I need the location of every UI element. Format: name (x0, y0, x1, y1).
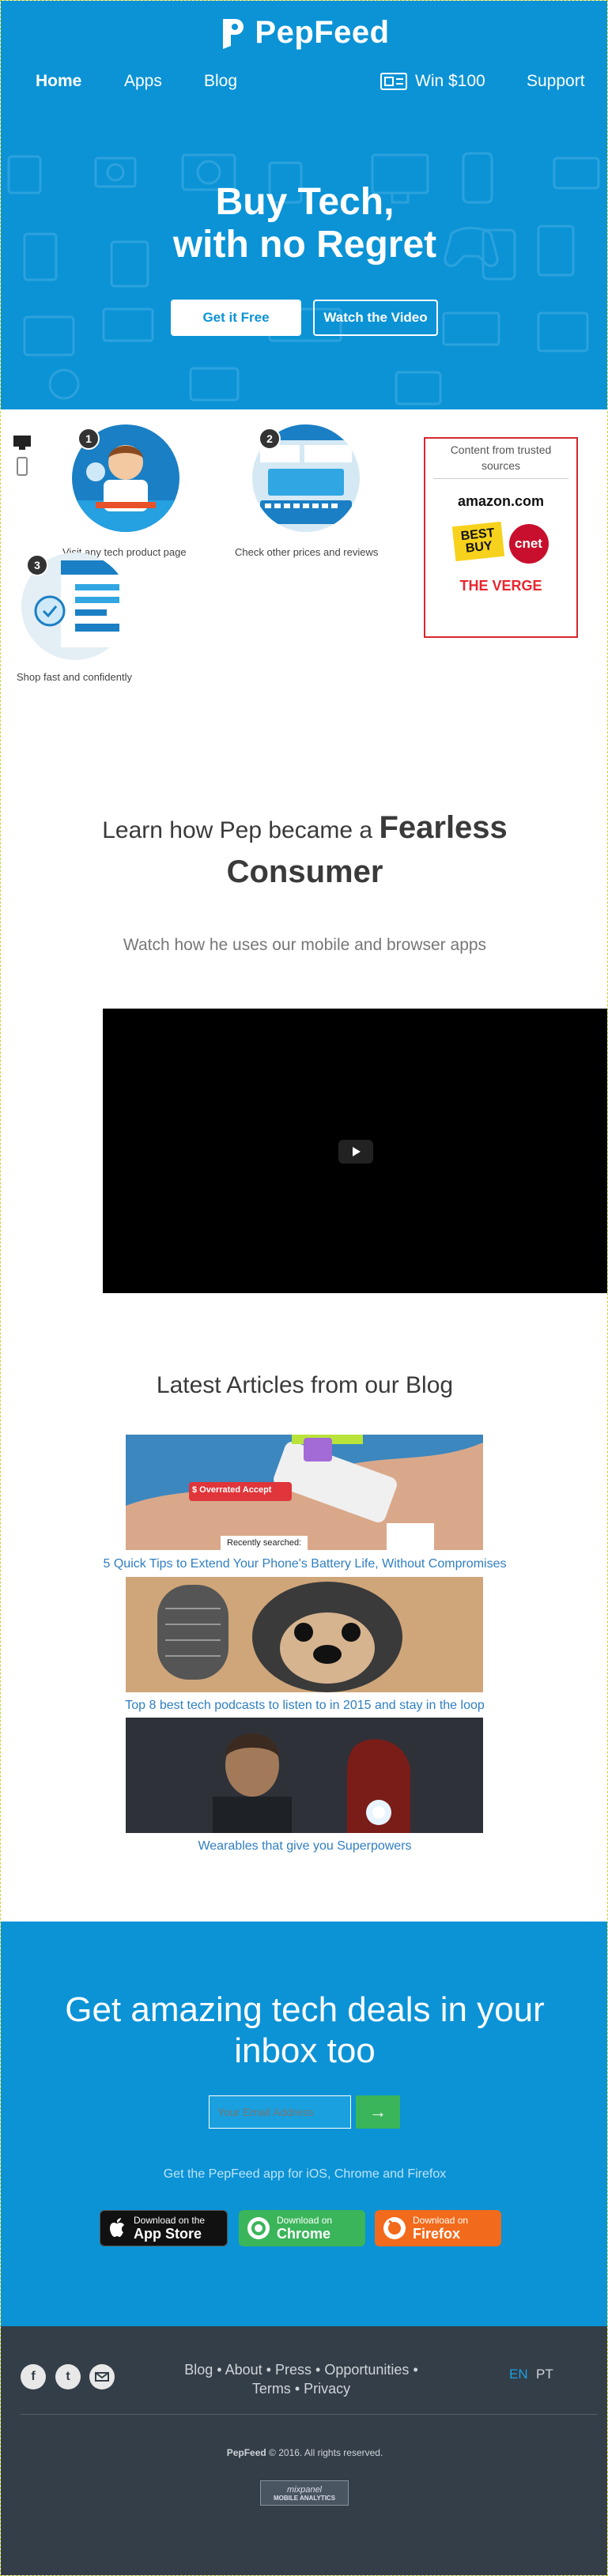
trusted-sources-box: Content from trusted sources amazon.com … (424, 437, 578, 638)
article1-image-badge: $ Overrated Accept (192, 1485, 272, 1495)
copyright: PepFeed © 2016. All rights reserved. (1, 2447, 607, 2458)
cta-title-line2: inbox too (234, 2031, 376, 2070)
article1-image-caption: Recently searched: (227, 1538, 302, 1548)
apple-icon (110, 2218, 124, 2237)
chrome-line2: Chrome (277, 2225, 331, 2242)
cta-title: Get amazing tech deals in your inbox too (1, 1990, 607, 2072)
blog-title: Latest Articles from our Blog (156, 1372, 454, 1398)
footer-sep-5: • (294, 2381, 300, 2397)
page: PepFeed Home Apps Blog Win $100 Support … (0, 0, 608, 2576)
appstore-button[interactable]: Download on the App Store (100, 2210, 228, 2246)
learn-heading: Learn how Pep became a Fearless Consumer (1, 807, 607, 896)
mixpanel-badge[interactable]: mixpanel MOBILE ANALYTICS (260, 2480, 349, 2506)
nav-support[interactable]: Support (527, 72, 585, 91)
learn-bold2: Consumer (226, 854, 383, 889)
video-player[interactable] (103, 1009, 607, 1293)
appstore-line1: Download on the (134, 2214, 206, 2226)
pepfeed-logo-icon (223, 18, 244, 49)
watch-video-button[interactable]: Watch the Video (313, 300, 438, 336)
lang-en[interactable]: EN (509, 2367, 528, 2382)
footer-sep-2: • (266, 2362, 271, 2378)
hero-section: PepFeed Home Apps Blog Win $100 Support … (1, 1, 607, 409)
lang-pt[interactable]: PT (536, 2367, 553, 2382)
footer-links: Blog • About • Press • Opportunities • T… (151, 2360, 451, 2398)
footer-sep-3: • (315, 2362, 321, 2378)
firefox-line2: Firefox (413, 2225, 461, 2242)
footer-press[interactable]: Press (275, 2362, 312, 2378)
play-button[interactable] (338, 1140, 373, 1164)
nav-home[interactable]: Home (36, 72, 81, 91)
copyright-brand: PepFeed (226, 2447, 266, 2458)
play-icon (353, 1147, 361, 1156)
article2-link[interactable]: Top 8 best tech podcasts to listen to in… (1, 1699, 607, 1713)
footer-sep-1: • (217, 2362, 222, 2378)
article1-link[interactable]: 5 Quick Tips to Extend Your Phone's Batt… (1, 1557, 607, 1571)
envelope-icon (95, 2372, 109, 2382)
bestbuy-logo: BEST BUY (451, 521, 504, 562)
footer-terms[interactable]: Terms (252, 2381, 291, 2397)
device-toggle-icon[interactable] (12, 434, 32, 478)
step2-caption: Check other prices and reviews (235, 546, 379, 558)
nav-win[interactable]: Win $100 (380, 72, 485, 91)
appstore-line2: App Store (134, 2225, 202, 2242)
cnet-logo: cnet (508, 524, 549, 564)
step1-number: 1 (77, 428, 100, 450)
brand-logo[interactable]: PepFeed (1, 15, 607, 51)
twitter-icon[interactable]: t (55, 2364, 81, 2389)
chrome-icon (247, 2217, 270, 2239)
article2-image[interactable] (126, 1577, 483, 1692)
nav-apps[interactable]: Apps (124, 72, 162, 91)
learn-subtitle: Watch how he uses our mobile and browser… (123, 936, 487, 954)
nav-win-label: Win $100 (415, 72, 485, 90)
firefox-button[interactable]: Download on Firefox (375, 2210, 501, 2246)
get-it-free-button[interactable]: Get it Free (171, 300, 301, 336)
step3-number: 3 (26, 554, 48, 576)
mixpanel-badge-line2: MOBILE ANALYTICS (273, 2494, 336, 2502)
email-input[interactable] (209, 2095, 351, 2129)
footer-privacy[interactable]: Privacy (304, 2381, 350, 2397)
mixpanel-badge-line1: mixpanel (286, 2484, 323, 2495)
learn-prefix: Learn how Pep became a (102, 817, 373, 843)
hero-title: Buy Tech, with no Regret (1, 181, 607, 266)
footer-sep-4: • (413, 2362, 418, 2378)
theverge-logo: THE VERGE (459, 578, 542, 594)
facebook-icon[interactable]: f (21, 2364, 46, 2389)
email-icon[interactable] (89, 2364, 115, 2389)
copyright-text: © 2016. All rights reserved. (269, 2447, 383, 2458)
article3-image[interactable] (126, 1718, 483, 1833)
learn-bold1: Fearless (379, 810, 508, 845)
article3-link[interactable]: Wearables that give you Superpowers (1, 1839, 607, 1854)
chrome-line1: Download on (277, 2214, 333, 2226)
chrome-button[interactable]: Download on Chrome (239, 2210, 365, 2246)
footer-divider (21, 2414, 598, 2415)
firefox-icon (383, 2217, 406, 2239)
article1-image[interactable]: $ Overrated Accept Recently searched: (126, 1435, 483, 1550)
footer-opportunities[interactable]: Opportunities (324, 2362, 409, 2378)
footer-blog[interactable]: Blog (184, 2362, 213, 2378)
footer-about[interactable]: About (225, 2362, 262, 2378)
nav-blog[interactable]: Blog (204, 72, 237, 91)
brand-name: PepFeed (255, 15, 390, 50)
hero-title-line2: with no Regret (172, 224, 437, 266)
step2-number: 2 (259, 428, 281, 450)
ticket-icon (380, 73, 407, 90)
subscribe-button[interactable]: → (356, 2095, 400, 2129)
sources-title: Content from trusted sources (450, 443, 552, 472)
amazon-logo: amazon.com (457, 493, 545, 509)
cta-title-line1: Get amazing tech deals in your (65, 1990, 545, 2029)
step3-caption: Shop fast and confidently (17, 671, 132, 683)
firefox-line1: Download on (413, 2214, 469, 2226)
apps-text: Get the PepFeed app for iOS, Chrome and … (163, 2167, 447, 2181)
hero-title-line1: Buy Tech, (215, 181, 395, 223)
